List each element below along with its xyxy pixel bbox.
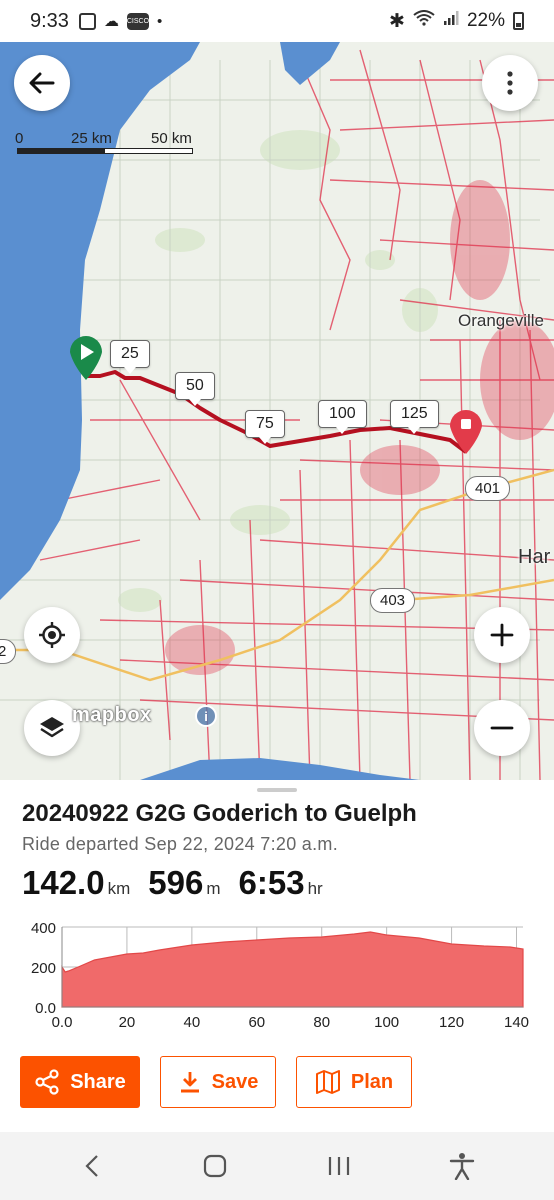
- stat-time-value: 6:53: [238, 864, 305, 901]
- scale-bar: [17, 148, 193, 154]
- elevation-chart[interactable]: 4002000.00.0 20 40 60 80 100 120 140: [0, 915, 554, 1045]
- accessibility-icon: [450, 1153, 475, 1180]
- layers-icon: [40, 717, 64, 738]
- place-label-hamilton: Har: [518, 546, 551, 568]
- crosshair-icon: [39, 622, 65, 648]
- battery-icon: [513, 12, 524, 30]
- km-marker-50: 50: [175, 372, 215, 406]
- plan-label: Plan: [350, 1070, 394, 1093]
- chart-x-tick-label: 100: [374, 1014, 399, 1031]
- gallery-notification-icon: [78, 12, 96, 30]
- highway-shield-401: 401: [465, 476, 511, 501]
- ride-stats: 142.0 km 596 m 6:53 hr: [22, 864, 323, 902]
- stat-distance-unit: km: [107, 879, 131, 898]
- map-scale-bar: 0 25 km 50 km: [15, 130, 197, 156]
- nav-home-button[interactable]: [195, 1146, 235, 1186]
- share-button[interactable]: Share: [20, 1056, 140, 1108]
- dot-icon: •: [156, 12, 163, 30]
- cisco-icon: CISCO: [127, 12, 149, 30]
- km-marker-75: 75: [245, 410, 285, 444]
- download-icon: [180, 1072, 199, 1093]
- stat-elevation-unit: m: [206, 879, 221, 898]
- scale-label-50: 50 km: [151, 130, 192, 147]
- chart-x-tick-label: 80: [313, 1014, 330, 1031]
- plus-icon: [490, 623, 514, 647]
- stat-time: 6:53 hr: [239, 864, 323, 902]
- action-buttons: Share Save Plan: [20, 1056, 412, 1108]
- route-map[interactable]: 0 25 km 50 km 25 50 75 100 125 Orangevil…: [0, 42, 554, 780]
- chart-x-tick-label: 140: [504, 1014, 529, 1031]
- map-route-icon: [315, 1070, 340, 1094]
- cloud-icon: ☁: [103, 13, 119, 30]
- km-marker-25: 25: [110, 340, 150, 374]
- my-location-button[interactable]: [24, 607, 80, 663]
- ride-subtitle: Ride departed Sep 22, 2024 7:20 a.m.: [22, 834, 339, 854]
- highway-shield-403: 403: [370, 588, 416, 613]
- zoom-out-button[interactable]: [474, 700, 530, 756]
- system-nav-bar: [0, 1132, 554, 1200]
- nav-back-button[interactable]: [72, 1146, 112, 1186]
- save-button[interactable]: Save: [160, 1056, 276, 1108]
- zoom-in-button[interactable]: [474, 607, 530, 663]
- more-options-button[interactable]: [482, 55, 538, 111]
- back-button[interactable]: [14, 55, 70, 111]
- share-label: Share: [70, 1070, 126, 1093]
- nav-recents-button[interactable]: [319, 1146, 359, 1186]
- chart-x-tick-label: 120: [439, 1014, 464, 1031]
- km-marker-125: 125: [390, 400, 439, 434]
- plan-button[interactable]: Plan: [296, 1056, 412, 1108]
- signal-icon: [443, 10, 459, 32]
- chart-x-tick-label: 20: [119, 1014, 136, 1031]
- mapbox-logo: mapbox: [72, 704, 152, 727]
- chevron-left-icon: [85, 1155, 98, 1177]
- stat-distance: 142.0 km: [22, 864, 130, 902]
- chart-x-tick-label: 40: [184, 1014, 201, 1031]
- home-square-icon: [204, 1154, 227, 1178]
- chart-x-tick-label: 0.0: [52, 1014, 73, 1031]
- accessibility-button[interactable]: [442, 1146, 482, 1186]
- scale-label-25: 25 km: [71, 130, 112, 147]
- chart-y-tick-label: 200: [31, 960, 56, 977]
- stat-elevation: 596 m: [148, 864, 220, 902]
- chart-x-tick-label: 60: [248, 1014, 265, 1031]
- scale-label-0: 0: [15, 130, 24, 147]
- status-bar: 9:33 ☁ CISCO • ✱ 22%: [0, 0, 554, 42]
- chart-y-tick-label: 400: [31, 920, 56, 937]
- status-right: ✱ 22%: [389, 10, 524, 33]
- save-label: Save: [211, 1070, 259, 1093]
- ride-title: 20240922 G2G Goderich to Guelph: [22, 800, 417, 827]
- share-icon: [35, 1069, 59, 1095]
- place-label-orangeville: Orangeville: [458, 311, 544, 330]
- status-time: 9:33: [30, 9, 69, 32]
- stat-time-unit: hr: [307, 879, 323, 898]
- elevation-area: [61, 931, 524, 1008]
- battery-percent: 22%: [466, 10, 505, 31]
- back-arrow-icon: [29, 72, 55, 94]
- stat-distance-value: 142.0: [22, 864, 105, 901]
- screen: 9:33 ☁ CISCO • ✱ 22% 0 25 km 50 km 25 50…: [0, 0, 554, 1200]
- minus-icon: [490, 726, 514, 730]
- ride-details-sheet: 20240922 G2G Goderich to Guelph Ride dep…: [0, 780, 554, 1132]
- bluetooth-icon: ✱: [389, 10, 405, 32]
- attribution-info-icon[interactable]: i: [195, 705, 217, 727]
- kebab-menu-icon: [507, 71, 513, 95]
- recents-icon: [328, 1157, 349, 1175]
- mapbox-wordmark: mapbox: [72, 704, 152, 726]
- stat-elevation-value: 596: [148, 864, 204, 901]
- km-marker-100: 100: [318, 400, 367, 434]
- wifi-icon: [413, 10, 435, 32]
- sheet-drag-handle[interactable]: [257, 788, 297, 792]
